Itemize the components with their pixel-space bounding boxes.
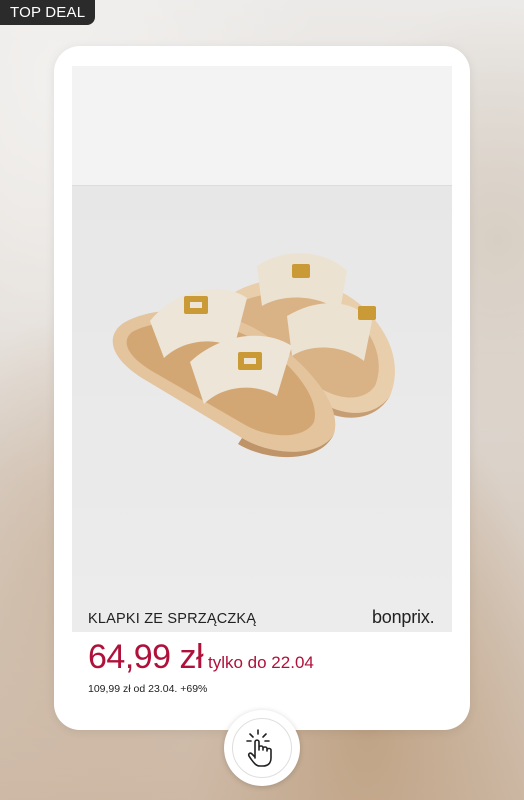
tap-button[interactable]	[224, 710, 300, 786]
old-price-info: 109,99 zł od 23.04. +69%	[88, 683, 208, 695]
current-price: 64,99 zł	[88, 638, 204, 676]
tap-hand-icon	[246, 729, 272, 767]
deal-validity: tylko do 22.04	[208, 653, 314, 672]
product-name: KLAPKI ZE SPRZĄCZKĄ	[88, 611, 257, 627]
brand-logo: bonprix.	[372, 607, 435, 627]
product-image[interactable]	[72, 66, 452, 632]
tap-ring	[232, 718, 292, 778]
top-deal-badge: TOP DEAL	[0, 0, 96, 25]
product-card[interactable]: KLAPKI ZE SPRZĄCZKĄ bonprix. 64,99 zł ty…	[54, 46, 470, 730]
sandals-illustration	[112, 253, 395, 458]
